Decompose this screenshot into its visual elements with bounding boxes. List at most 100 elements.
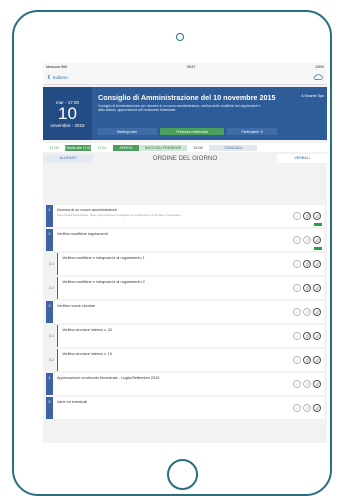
- timeline-start: 17:00: [49, 145, 59, 150]
- date-box: mar - 17:00 10 novembre - 2015: [43, 87, 92, 140]
- agenda-item-actions: ✓: [293, 308, 321, 316]
- tab-bar: ALLEGATI ORDINE DEL GIORNO VERBALI: [43, 154, 327, 163]
- agenda-subitem-number: 3.1: [46, 325, 57, 347]
- attachment-icon[interactable]: [303, 236, 311, 244]
- back-label: Indietro: [52, 74, 68, 80]
- agenda-item-number: 1: [46, 205, 53, 227]
- agenda-item-body: Verifica circolare interna n. 32 ✓: [57, 325, 324, 347]
- back-button[interactable]: ❮ Indietro: [47, 74, 68, 80]
- check-icon[interactable]: ✓: [293, 236, 301, 244]
- edit-icon[interactable]: [313, 284, 321, 292]
- agenda-item[interactable]: 3 Verifica nuove circolari ✓: [46, 301, 324, 323]
- attachment-icon[interactable]: [303, 404, 311, 412]
- check-icon[interactable]: ✓: [293, 332, 301, 340]
- timeline-end: 19:00: [193, 145, 203, 150]
- participants-button[interactable]: Partecipanti 8: [227, 128, 277, 135]
- presence-button[interactable]: Presenza confermata: [160, 128, 224, 135]
- check-icon[interactable]: ✓: [293, 356, 301, 364]
- agenda-item-title: Verifica modifiche e integrazioni al reg…: [62, 256, 145, 260]
- agenda-item-number: 3: [46, 301, 53, 323]
- check-icon[interactable]: ✓: [293, 260, 301, 268]
- agenda-item-actions: ✓: [293, 380, 321, 388]
- chevron-left-icon: ❮: [47, 74, 51, 79]
- check-icon[interactable]: ✓: [293, 212, 301, 220]
- agenda-subitem[interactable]: 2.1 Verifica modifiche e integrazioni al…: [46, 253, 324, 275]
- meeting-description: Consiglio di Amministrazione per ricever…: [98, 104, 261, 112]
- date-month-year: novembre - 2015: [50, 122, 85, 128]
- agenda-item[interactable]: 2 Verifica modifiche regolamenti ✓: [46, 229, 324, 251]
- agenda-item-title: Nomina di un nuovo amministratore: [57, 208, 117, 212]
- agenda-item-title: Verifica circolare interna n. 32: [62, 328, 113, 332]
- edit-icon[interactable]: [313, 380, 321, 388]
- edit-icon[interactable]: [313, 356, 321, 364]
- tab-agenda[interactable]: ORDINE DEL GIORNO: [93, 155, 277, 162]
- agenda-item-actions: ✓: [293, 332, 321, 340]
- tab-attachments[interactable]: ALLEGATI: [43, 154, 93, 163]
- check-icon[interactable]: ✓: [293, 284, 301, 292]
- participants-label: Partecipanti: [241, 129, 259, 134]
- attachment-icon[interactable]: [303, 212, 311, 220]
- check-icon[interactable]: ✓: [293, 404, 301, 412]
- clock: 08:57: [186, 64, 196, 69]
- meeting-timeline: 17:00 Fissata alle 17:00 17:01 APERTA RA…: [43, 143, 327, 152]
- battery: 100%: [315, 64, 324, 69]
- conclude-button[interactable]: CONCLUDI: [209, 144, 257, 151]
- edit-icon[interactable]: [313, 404, 321, 412]
- agenda-item-subtitle: Fenomedia Documento: Reso approvazione c…: [57, 213, 181, 217]
- attachment-icon[interactable]: [303, 332, 311, 340]
- collect-presence-button[interactable]: RACCOGLI PRESENZE: [139, 144, 187, 151]
- cloud-sync-icon[interactable]: [313, 73, 323, 81]
- camera-icon: [176, 33, 184, 41]
- carrier: Nessuna SIM: [46, 64, 68, 69]
- status-badge: [314, 223, 322, 226]
- agenda-subitem[interactable]: 3.1 Verifica circolare interna n. 32 ✓: [46, 325, 324, 347]
- agenda-item-number: 5: [46, 397, 53, 419]
- agenda-subitem[interactable]: 3.2 Verifica circolare interna n. 10 ✓: [46, 349, 324, 371]
- presence-label: Presenza confermata: [176, 129, 208, 134]
- attachment-icon[interactable]: [303, 260, 311, 268]
- status-badge: [314, 247, 322, 250]
- timeline-mid: 17:01: [97, 145, 107, 150]
- navigation-bar: ❮ Indietro: [43, 70, 327, 85]
- agenda-item-body: Varie ed eventuali ✓: [53, 397, 324, 419]
- agenda-item-body: Nomina di un nuovo amministratore Fenome…: [53, 205, 324, 227]
- agenda-item[interactable]: 5 Varie ed eventuali ✓: [46, 397, 324, 419]
- attachment-icon[interactable]: [303, 284, 311, 292]
- meeting-room-label: Meeting room: [116, 129, 138, 134]
- attachment-icon[interactable]: [303, 308, 311, 316]
- edit-icon[interactable]: [313, 236, 321, 244]
- edit-icon[interactable]: [313, 260, 321, 268]
- agenda-item-body: Verifica modifiche e integrazioni al reg…: [57, 253, 324, 275]
- timeline-scheduled: Fissata alle 17:00: [65, 144, 91, 151]
- check-icon[interactable]: ✓: [293, 380, 301, 388]
- meeting-room-button[interactable]: Meeting room: [97, 128, 157, 135]
- agenda-item-body: Verifica circolare interna n. 10 ✓: [57, 349, 324, 371]
- check-icon[interactable]: ✓: [293, 308, 301, 316]
- meeting-title: Consiglio di Amministrazione del 10 nove…: [98, 93, 276, 102]
- status-bar: Nessuna SIM 08:57 100%: [43, 63, 327, 70]
- agenda-item-number: 2: [46, 229, 53, 251]
- agenda-item-body: Verifica modifiche e integrazioni al reg…: [57, 277, 324, 299]
- agenda-item-actions: ✓: [293, 212, 321, 220]
- attachment-icon[interactable]: [303, 356, 311, 364]
- header-main: Consiglio di Amministrazione del 10 nove…: [92, 87, 327, 140]
- edit-icon[interactable]: [313, 308, 321, 316]
- agenda-item-title: Verifica nuove circolari: [57, 304, 95, 308]
- header-actions: Meeting room Presenza confermata Parteci…: [97, 128, 277, 135]
- edit-icon[interactable]: [313, 332, 321, 340]
- home-button[interactable]: [167, 459, 198, 490]
- participants-count: 8: [260, 129, 263, 134]
- agenda-subitem[interactable]: 2.2 Verifica modifiche e integrazioni al…: [46, 277, 324, 299]
- company-name: A Smarter Spa: [301, 94, 324, 98]
- agenda-item[interactable]: 1 Nomina di un nuovo amministratore Feno…: [46, 205, 324, 227]
- tab-minutes[interactable]: VERBALI: [277, 154, 327, 163]
- agenda-item-body: Verifica modifiche regolamenti ✓: [53, 229, 324, 251]
- agenda-item-actions: ✓: [293, 260, 321, 268]
- agenda-item-body: Approvazione rendiconto trimestrale - Lu…: [53, 373, 324, 395]
- agenda-item[interactable]: 4 Approvazione rendiconto trimestrale - …: [46, 373, 324, 395]
- agenda-subitem-number: 2.1: [46, 253, 57, 275]
- attachment-icon[interactable]: [303, 380, 311, 388]
- agenda-item-actions: ✓: [293, 356, 321, 364]
- agenda-item-actions: ✓: [293, 284, 321, 292]
- edit-icon[interactable]: [313, 212, 321, 220]
